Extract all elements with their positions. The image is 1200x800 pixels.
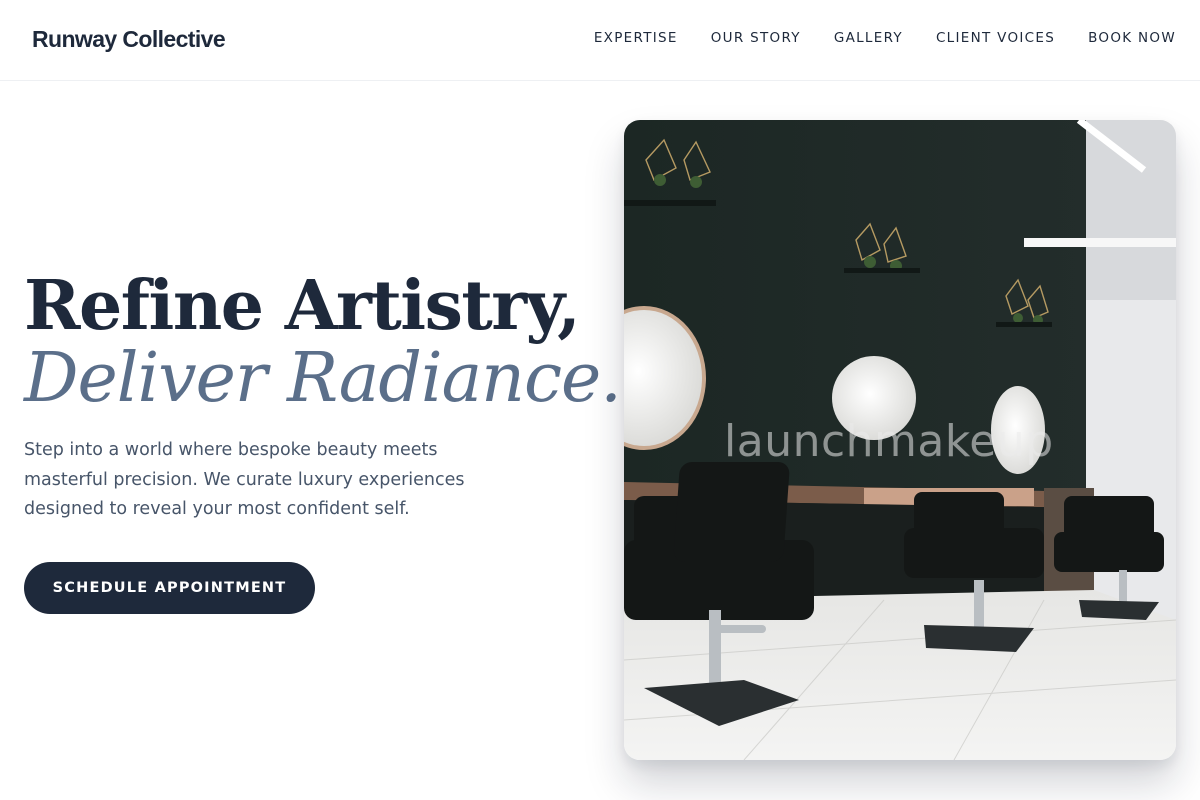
hero-title-line1: Refine Artistry, — [24, 266, 581, 346]
watermark-text: launchmakeup — [724, 416, 1054, 467]
nav-link-our-story[interactable]: OUR STORY — [711, 30, 801, 46]
nav-link-book-now[interactable]: BOOK NOW — [1088, 30, 1176, 46]
main-nav: EXPERTISE OUR STORY GALLERY CLIENT VOICE… — [594, 30, 1176, 46]
salon-photo: launchmakeup — [624, 120, 1176, 760]
brand-logo[interactable]: Runway Collective — [32, 26, 226, 53]
hero-subtitle: Step into a world where bespoke beauty m… — [24, 440, 465, 519]
schedule-appointment-button[interactable]: SCHEDULE APPOINTMENT — [24, 562, 315, 614]
nav-link-gallery[interactable]: GALLERY — [834, 30, 903, 46]
nav-link-client-voices[interactable]: CLIENT VOICES — [936, 30, 1055, 46]
site-header: Runway Collective EXPERTISE OUR STORY GA… — [0, 0, 1200, 81]
hero-title-line2: Deliver Radiance. — [24, 339, 622, 418]
nav-link-expertise[interactable]: EXPERTISE — [594, 30, 678, 46]
hero-title: Refine Artistry, Deliver Radiance. — [24, 266, 622, 418]
